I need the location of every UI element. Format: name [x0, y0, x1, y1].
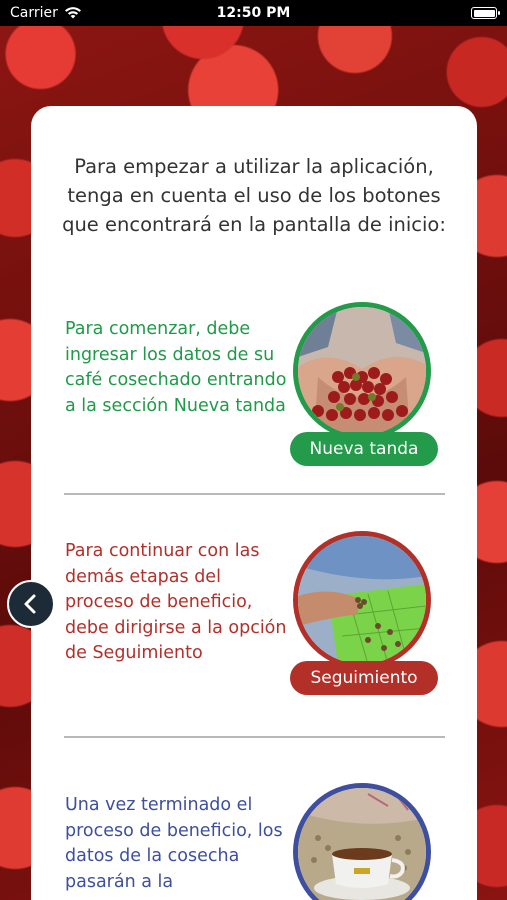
instructions-card: Para empezar a utilizar la aplicación, t… — [31, 106, 477, 900]
coffee-sorting-photo — [293, 531, 431, 669]
section-divider — [64, 493, 445, 495]
seguimiento-button[interactable]: Seguimiento — [290, 661, 438, 695]
coffee-cherries-photo — [293, 302, 431, 440]
section-divider — [64, 736, 445, 738]
seguimiento-description: Para continuar con las demás etapas del … — [65, 541, 287, 663]
carrier-label: Carrier — [10, 5, 58, 21]
nueva-tanda-button[interactable]: Nueva tanda — [290, 432, 438, 466]
coffee-cup-photo — [293, 783, 431, 900]
intro-text: Para empezar a utilizar la aplicación, t… — [62, 155, 446, 236]
back-button[interactable] — [7, 580, 55, 628]
status-time: 12:50 PM — [216, 5, 291, 21]
historial-description: Una vez terminado el proceso de benefici… — [65, 795, 283, 892]
battery-icon — [471, 7, 500, 19]
status-bar: Carrier 12:50 PM — [0, 0, 507, 26]
chevron-left-icon — [24, 594, 36, 614]
nueva-tanda-description: Para comenzar, debe ingresar los datos d… — [65, 319, 287, 416]
wifi-icon — [64, 7, 81, 19]
